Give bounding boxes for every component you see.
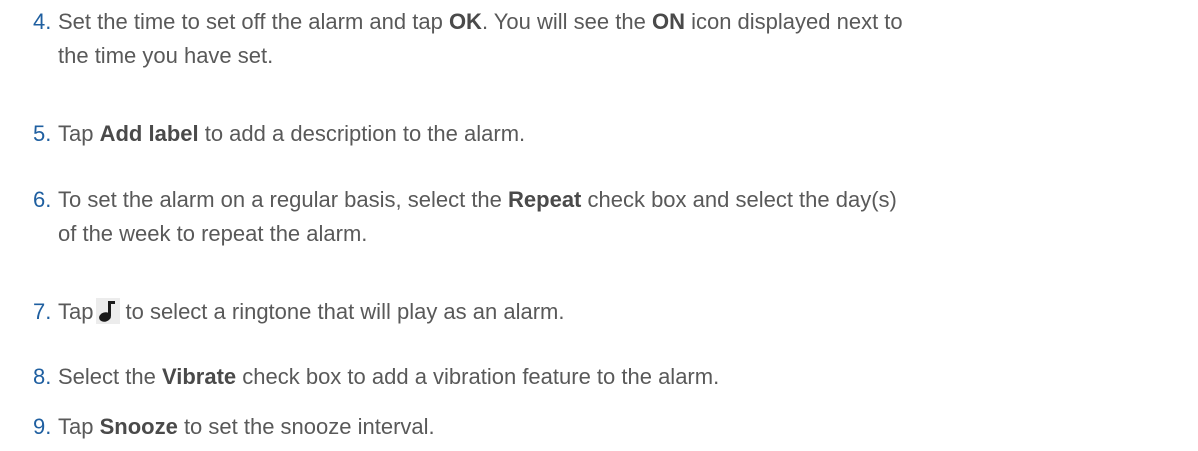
vibrate-label: Vibrate bbox=[161, 364, 237, 389]
repeat-label: Repeat bbox=[508, 187, 582, 212]
step-number: 9. bbox=[33, 414, 52, 439]
step-text: Tap Add label to add a description to th… bbox=[58, 121, 526, 146]
step-text: Tap Snooze to set the snooze interval. bbox=[58, 414, 435, 439]
step-number: 4. bbox=[33, 9, 52, 34]
add-label-label: Add label bbox=[99, 121, 199, 146]
step-number: 8. bbox=[33, 364, 52, 389]
music-note-icon bbox=[96, 298, 121, 324]
step-text: Tap to select a ringtone that will play a… bbox=[58, 298, 565, 324]
step-number: 7. bbox=[33, 299, 52, 324]
step-number: 6. bbox=[33, 187, 52, 212]
step-number: 5. bbox=[33, 121, 52, 146]
step-text: Set the time to set off the alarm and ta… bbox=[58, 9, 903, 68]
snooze-label: Snooze bbox=[99, 414, 178, 439]
step-text: Select the Vibrate check box to add a vi… bbox=[58, 364, 720, 389]
ok-label: OK bbox=[448, 9, 482, 34]
on-label: ON bbox=[651, 9, 685, 34]
step-text: To set the alarm on a regular basis, sel… bbox=[58, 187, 897, 246]
